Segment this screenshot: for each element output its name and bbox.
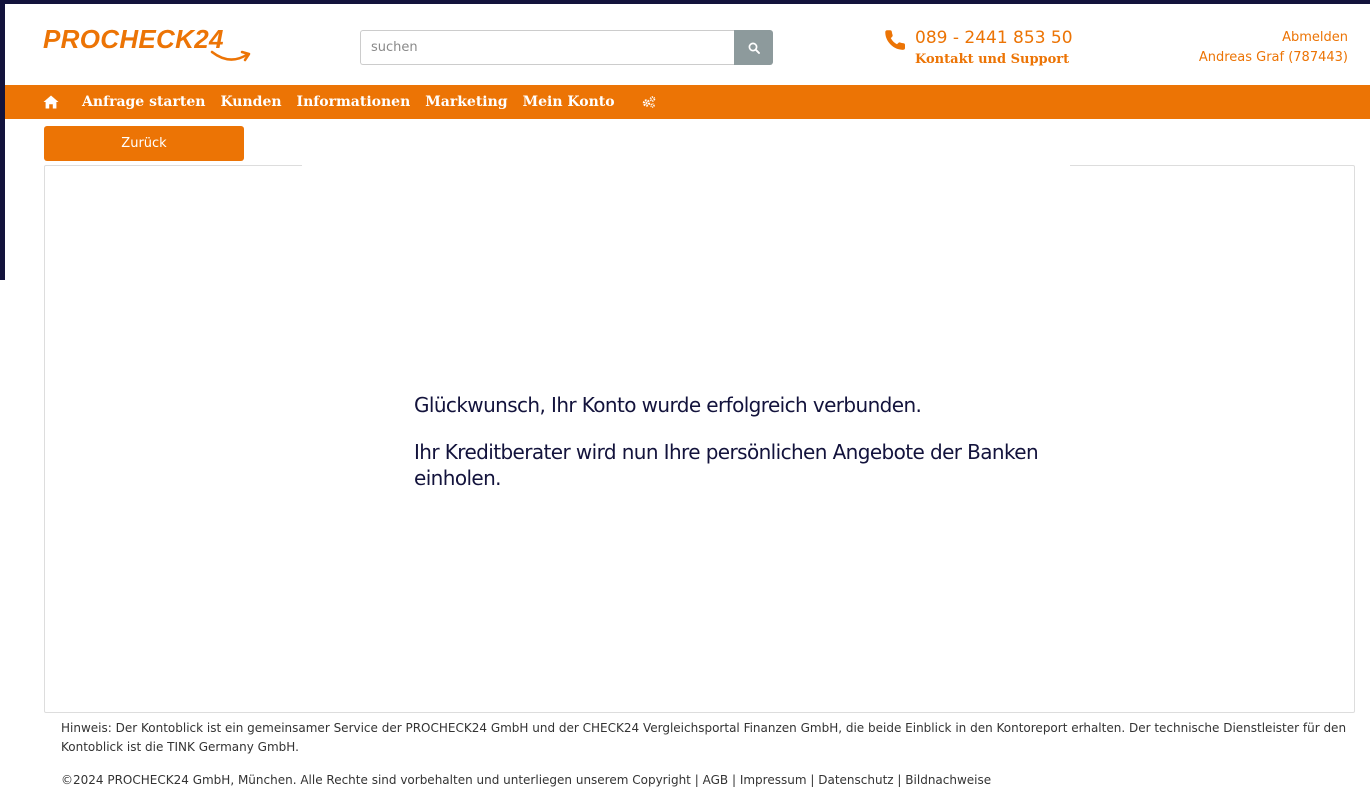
page-header: PROCHECK24 089 - 2441 853 50 Kontakt und… [5,4,1370,85]
search-icon [748,42,760,54]
footer-link-bildnachweise[interactable]: Bildnachweise [905,773,991,787]
followup-text: Ihr Kreditberater wird nun Ihre persönli… [414,440,1039,490]
logo-text: PROCHECK24 [43,24,224,54]
footer-link-datenschutz[interactable]: Datenschutz [818,773,893,787]
procheck24-logo[interactable]: PROCHECK24 [43,24,251,72]
panel-top-overlay [302,163,1070,169]
nav-item-kunden[interactable]: Kunden [220,85,281,119]
search-button[interactable] [734,30,773,65]
nav-item-mein-konto[interactable]: Mein Konto [523,85,615,119]
logo-smile-icon [210,50,251,62]
footer-separator: | [897,773,902,787]
user-name-link[interactable]: Andreas Graf (787443) [1148,50,1348,65]
home-icon [43,95,59,109]
footer-separator: | [731,773,736,787]
nav-settings[interactable] [642,85,656,119]
nav-item-anfrage-starten[interactable]: Anfrage starten [82,85,205,119]
phone-number[interactable]: 089 - 2441 853 50 [915,28,1073,48]
main-nav: Anfrage starten Kunden Informationen Mar… [5,85,1370,119]
footer-separator: | [694,773,699,787]
nav-home[interactable] [43,85,59,119]
back-button[interactable]: Zurück [44,126,244,161]
contact-support-link[interactable]: Kontakt und Support [915,52,1069,67]
contact-block: 089 - 2441 853 50 Kontakt und Support [883,28,1093,72]
copyright-text: ©2024 PROCHECK24 GmbH, München. Alle Rec… [61,773,691,787]
footer-link-agb[interactable]: AGB [703,773,729,787]
gears-icon [642,96,655,108]
copyright-bar: ©2024 PROCHECK24 GmbH, München. Alle Rec… [61,773,1351,787]
phone-icon [885,30,905,50]
account-block: Abmelden Andreas Graf (787443) [1148,30,1348,65]
nav-item-marketing[interactable]: Marketing [425,85,507,119]
footer-separator: | [810,773,815,787]
search-bar [360,30,773,65]
footer-link-impressum[interactable]: Impressum [740,773,807,787]
logout-link[interactable]: Abmelden [1148,30,1348,45]
success-text: Glückwunsch, Ihr Konto wurde erfolgreich… [414,393,922,417]
search-input[interactable] [360,30,734,65]
nav-item-informationen[interactable]: Informationen [297,85,411,119]
kontoblick-notice: Hinweis: Der Kontoblick ist ein gemeinsa… [61,721,1347,754]
success-message: Glückwunsch, Ihr Konto wurde erfolgreich… [414,392,1074,491]
